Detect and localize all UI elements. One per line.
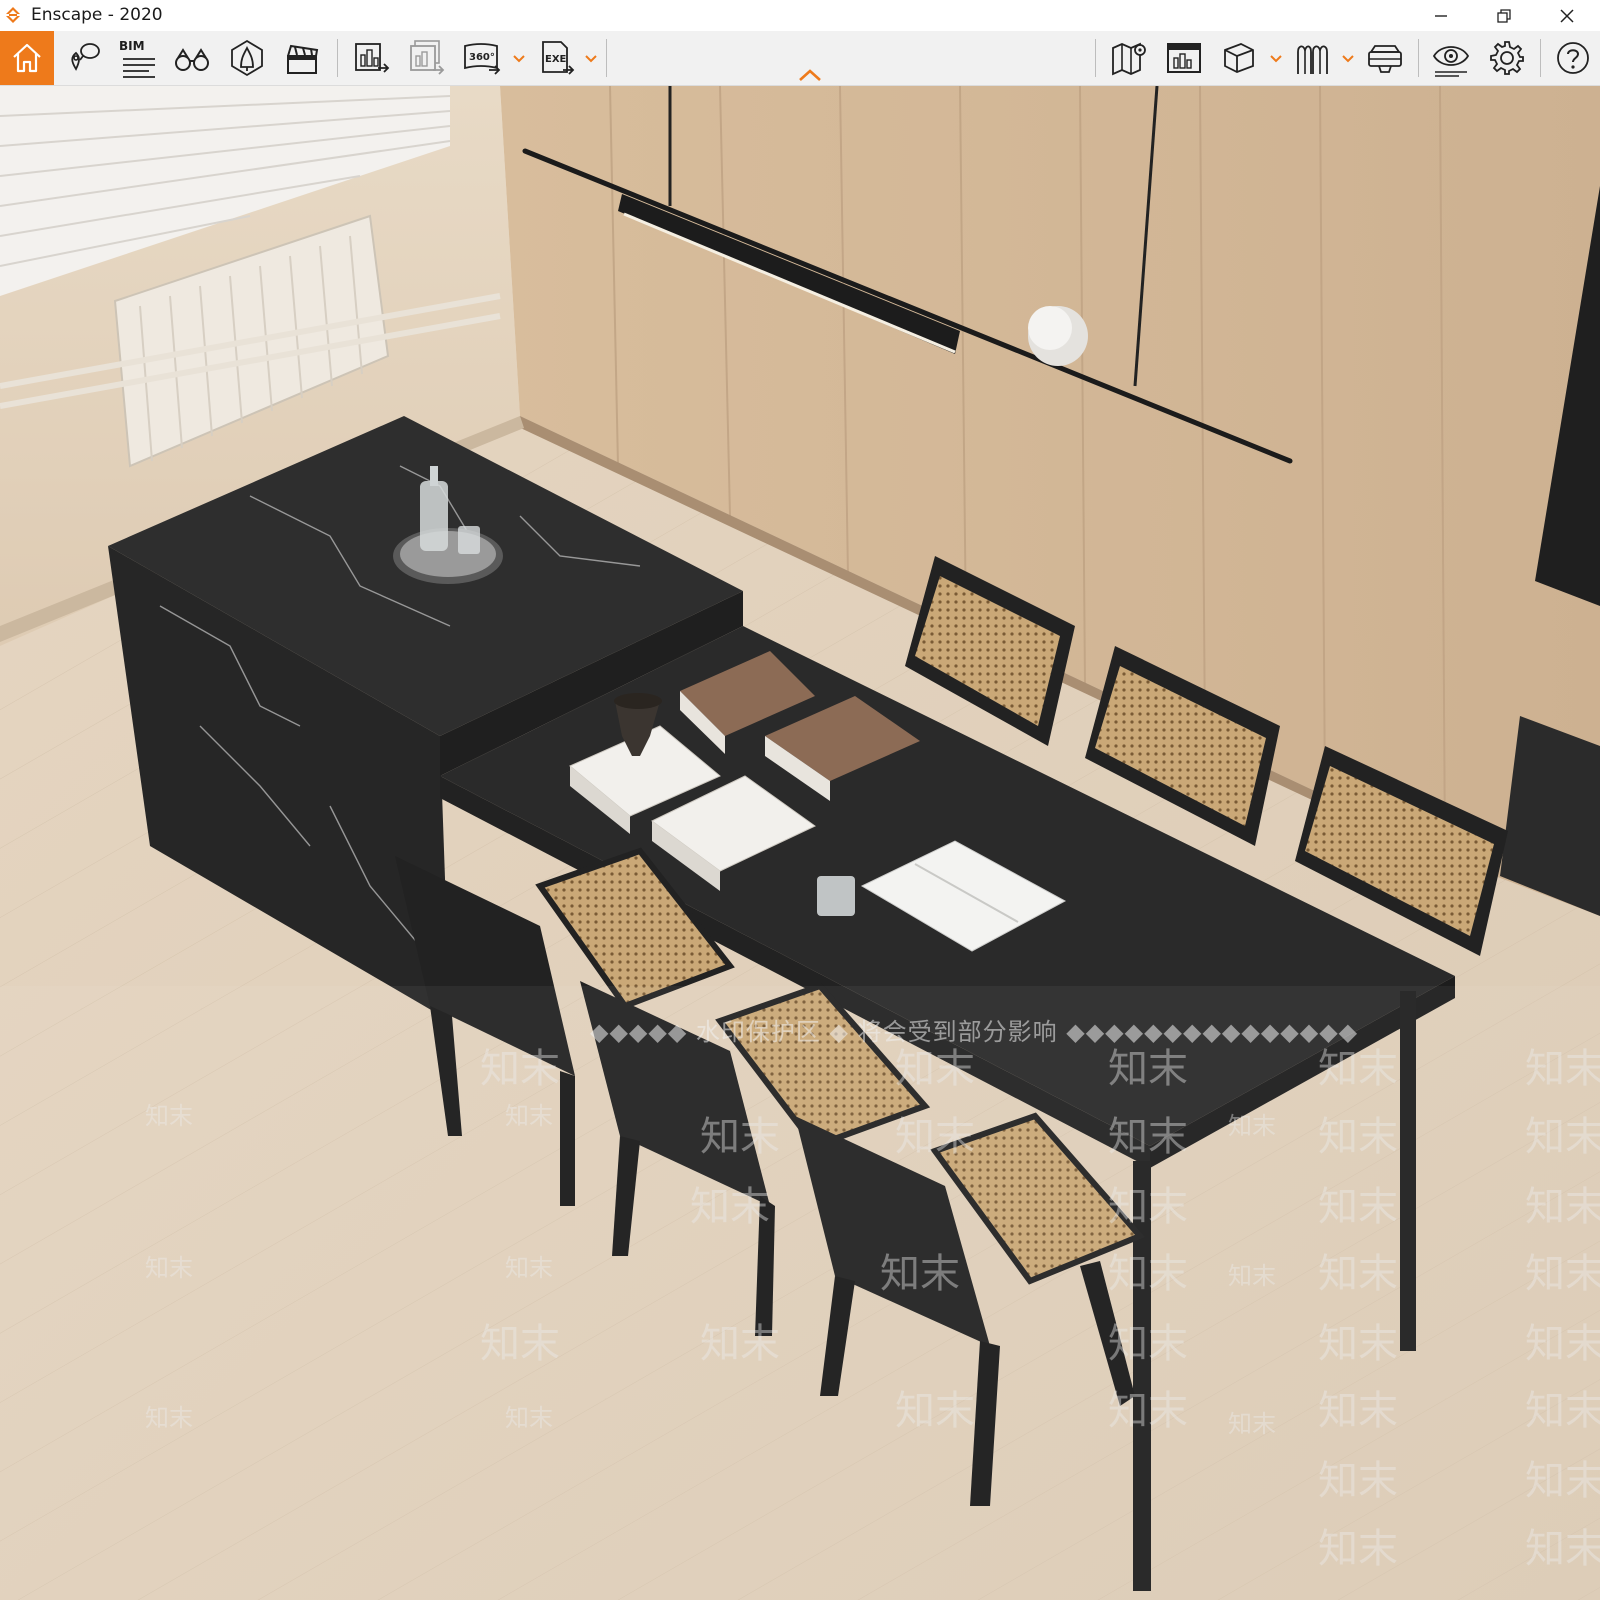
material-editor-icon <box>1297 45 1328 74</box>
minimize-button[interactable] <box>1414 0 1468 31</box>
material-dropdown-chevron-icon[interactable] <box>1342 55 1354 63</box>
title-bar: Enscape - 2020 <box>0 0 1600 31</box>
toolbar-separator <box>606 39 607 77</box>
help-button[interactable] <box>1546 31 1600 85</box>
enscape-logo-icon <box>6 7 20 23</box>
toolbar-separator <box>1540 39 1541 77</box>
batch-render-button[interactable] <box>400 31 454 85</box>
panorama-icon: 360° <box>464 43 501 75</box>
map-icon <box>1112 42 1146 76</box>
window-title: Enscape - 2020 <box>31 5 163 25</box>
export-exe-button[interactable]: EXE <box>530 31 584 85</box>
bim-label: BIM <box>119 39 145 53</box>
panorama-dropdown-chevron-icon[interactable] <box>513 55 525 63</box>
video-editor-button[interactable] <box>275 31 329 85</box>
screenshot-icon <box>355 43 390 73</box>
interior-render-image <box>0 86 1600 1600</box>
visual-settings-button[interactable] <box>1424 31 1478 85</box>
map-button[interactable] <box>1102 31 1156 85</box>
toolbar-separator <box>1095 39 1096 77</box>
vr-headset-button[interactable] <box>1358 31 1412 85</box>
collapse-toolbar-chevron-icon[interactable] <box>798 68 822 82</box>
minimize-icon <box>1435 14 1447 17</box>
views-button[interactable] <box>57 31 111 85</box>
export-exe-icon: EXE <box>542 41 575 75</box>
panorama-button[interactable]: 360° <box>455 31 509 85</box>
vr-headset-icon <box>1368 45 1402 73</box>
panorama-label: 360° <box>469 52 495 63</box>
exe-label: EXE <box>545 54 567 65</box>
assets-dropdown-chevron-icon[interactable] <box>1270 55 1282 63</box>
view-management-icon <box>71 43 100 71</box>
toolbar-separator <box>337 39 338 77</box>
screenshot-button[interactable] <box>345 31 399 85</box>
video-editor-icon <box>287 44 319 74</box>
restore-icon <box>1497 8 1511 23</box>
home-button[interactable] <box>0 31 54 85</box>
batch-render-icon <box>410 40 445 75</box>
gear-icon <box>1490 41 1524 75</box>
restore-button[interactable] <box>1477 0 1531 31</box>
home-icon <box>13 43 41 73</box>
binoculars-button[interactable] <box>165 31 219 85</box>
cube-icon <box>1224 43 1254 73</box>
custom-assets-button[interactable] <box>1212 31 1266 85</box>
binoculars-icon <box>175 48 209 71</box>
visual-settings-icon <box>1432 46 1470 77</box>
capture-settings-button[interactable] <box>1157 31 1211 85</box>
material-editor-button[interactable] <box>1286 31 1340 85</box>
close-button[interactable] <box>1540 0 1594 31</box>
render-settings-icon <box>1167 43 1201 73</box>
help-icon <box>1557 42 1589 74</box>
close-icon <box>1560 8 1574 23</box>
main-toolbar: BIM 360° EXE <box>0 31 1600 86</box>
render-viewport[interactable]: ◆◆◆◆◆ 水印保护区 ◆ 将会受到部分影响 ◆◆◆◆◆◆◆◆◆◆◆◆◆◆◆ 知… <box>0 86 1600 1600</box>
asset-library-icon <box>231 39 263 77</box>
settings-button[interactable] <box>1480 31 1534 85</box>
export-dropdown-chevron-icon[interactable] <box>585 55 597 63</box>
bim-button[interactable]: BIM <box>111 31 165 85</box>
toolbar-separator <box>1418 39 1419 77</box>
asset-library-button[interactable] <box>220 31 274 85</box>
